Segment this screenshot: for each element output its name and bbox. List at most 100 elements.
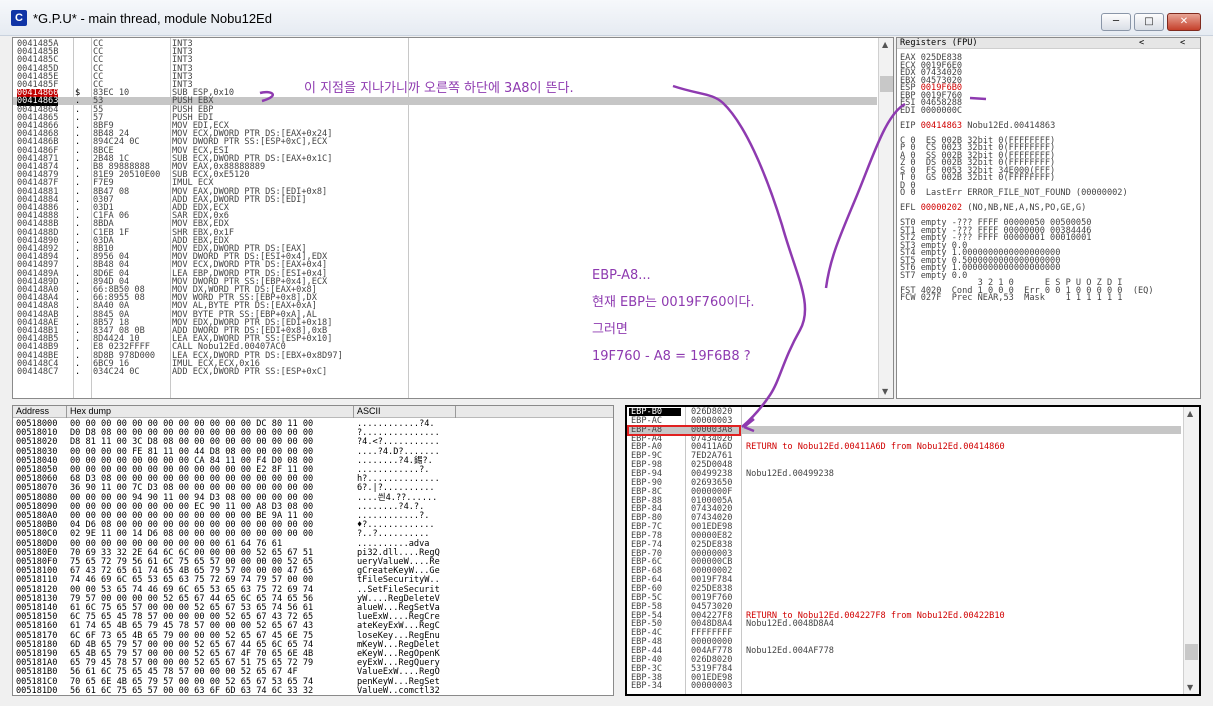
disasm-row[interactable]: 0041486F. 8BCE MOV ECX,ESI: [13, 146, 877, 155]
stack-row[interactable]: EBP-70 00000003: [627, 549, 1181, 558]
scroll-thumb[interactable]: [880, 76, 893, 92]
dump-row[interactable]: 00518190 65 4B 65 79 57 00 00 00 52 65 67…: [13, 650, 613, 659]
registers-next-icon[interactable]: <: [1180, 39, 1185, 48]
scroll-down-icon[interactable]: ▼: [882, 387, 888, 396]
dump-row[interactable]: 005181A0 65 79 45 78 57 00 00 00 52 65 67…: [13, 659, 613, 668]
dump-row[interactable]: 00518080 00 00 00 00 94 90 11 00 94 D3 08…: [13, 493, 613, 502]
stack-row[interactable]: EBP-80 07434020: [627, 514, 1181, 523]
stack-scrollbar[interactable]: ▲ ▼: [1183, 407, 1199, 694]
stack-row[interactable]: EBP-44 004AF778 Nobu12Ed.004AF778: [627, 647, 1181, 656]
close-button[interactable]: ✕: [1167, 13, 1201, 31]
stack-row[interactable]: EBP-58 04573020: [627, 602, 1181, 611]
disassembly-scrollbar[interactable]: ▲ ▼: [878, 38, 893, 398]
disasm-row[interactable]: 00414888. C1FA 06 SAR EDX,0x6: [13, 212, 877, 221]
dump-row[interactable]: 00518100 67 43 72 65 61 74 65 4B 65 79 57…: [13, 567, 613, 576]
maximize-button[interactable]: □: [1134, 13, 1164, 31]
stack-row[interactable]: EBP-A0 00411A6D RETURN to Nobu12Ed.00411A6…: [627, 443, 1181, 452]
stack-pane[interactable]: EBP-B0 026D8020 EBP-AC 00000003 EBP-A8 000003…: [625, 405, 1201, 696]
stack-row[interactable]: EBP-68 00000002: [627, 567, 1181, 576]
disasm-row[interactable]: 00414868. 8B48 24 MOV ECX,DWORD PTR DS:[EA…: [13, 130, 877, 139]
stack-row[interactable]: EBP-60 025DE838: [627, 585, 1181, 594]
dump-row[interactable]: 005181C0 70 65 6E 4B 65 79 57 00 00 00 52…: [13, 677, 613, 686]
dump-row[interactable]: 00518050 00 00 00 00 00 00 00 00 00 00 00…: [13, 466, 613, 475]
disasm-row[interactable]: 00414864. 55 PUSH EBP: [13, 105, 877, 114]
disasm-row[interactable]: 00414890. 03DA ADD EBX,EDX: [13, 236, 877, 245]
dump-row[interactable]: 005180D0 00 00 00 00 00 00 00 00 00 00 61…: [13, 539, 613, 548]
stack-row[interactable]: EBP-38 001EDE98: [627, 673, 1181, 682]
stack-scroll-thumb[interactable]: [1185, 644, 1198, 660]
dump-row[interactable]: 00518180 6D 4B 65 79 57 00 00 00 52 65 67…: [13, 640, 613, 649]
dump-row[interactable]: 005180C0 02 9E 11 00 14 D6 08 00 00 00 00…: [13, 530, 613, 539]
dump-row[interactable]: 00518140 61 6C 75 65 57 00 00 00 52 65 67…: [13, 604, 613, 613]
disasm-row[interactable]: 00414892. 8B10 MOV EDX,DWORD PTR DS:[EAX]: [13, 245, 877, 254]
stack-row[interactable]: EBP-88 0100005A: [627, 496, 1181, 505]
hex-dump-pane[interactable]: Address Hex dump ASCII 00518000 00 00 00 …: [12, 405, 614, 696]
dump-row[interactable]: 005180E0 70 69 33 32 2E 64 6C 6C 00 00 00…: [13, 548, 613, 557]
stack-row[interactable]: EBP-5C 0019F760: [627, 593, 1181, 602]
disasm-row[interactable]: 00414866. 8BF9 MOV EDI,ECX: [13, 122, 877, 131]
dump-row[interactable]: 005180F0 75 65 72 79 56 61 6C 75 65 57 00…: [13, 558, 613, 567]
stack-row[interactable]: EBP-6C 000000CB: [627, 558, 1181, 567]
dump-row[interactable]: 00518010 D0 D8 08 00 00 00 00 00 00 00 00…: [13, 429, 613, 438]
dump-row[interactable]: 005180B0 04 D6 08 00 00 00 00 00 00 00 00…: [13, 521, 613, 530]
disasm-row[interactable]: 00414886. 03D1 ADD EDX,ECX: [13, 204, 877, 213]
disasm-row[interactable]: 0041485B CC INT3: [13, 48, 877, 57]
dump-row[interactable]: 00518170 6C 6F 73 65 4B 65 79 00 00 00 52…: [13, 631, 613, 640]
stack-row[interactable]: EBP-34 00000003: [627, 682, 1181, 691]
stack-row[interactable]: EBP-74 025DE838: [627, 540, 1181, 549]
dump-row[interactable]: 00518150 6C 75 65 45 78 57 00 00 00 00 52…: [13, 613, 613, 622]
dump-row[interactable]: 00518000 00 00 00 00 00 00 00 00 00 00 00…: [13, 420, 613, 429]
stack-scroll-up-icon[interactable]: ▲: [1187, 409, 1193, 418]
dump-col-ascii[interactable]: ASCII: [354, 406, 456, 418]
stack-row[interactable]: EBP-9C 7ED2A761: [627, 452, 1181, 461]
stack-scroll-down-icon[interactable]: ▼: [1187, 683, 1193, 692]
stack-row[interactable]: EBP-64 0019F784: [627, 576, 1181, 585]
stack-row[interactable]: EBP-B0 026D8020: [627, 408, 1181, 416]
stack-row[interactable]: EBP-AC 00000003: [627, 416, 1181, 425]
stack-row[interactable]: EBP-78 00000E82: [627, 531, 1181, 540]
disasm-row[interactable]: 00414863. 53 PUSH EBX: [13, 97, 877, 106]
disasm-row[interactable]: 0041485D CC INT3: [13, 64, 877, 73]
dump-row[interactable]: 00518110 74 46 69 6C 65 53 65 63 75 72 69…: [13, 576, 613, 585]
disasm-row[interactable]: 00414884. 0307 ADD EAX,DWORD PTR DS:[EDI]: [13, 195, 877, 204]
disasm-row[interactable]: 00414894. 8956 04 MOV DWORD PTR DS:[ESI+0x…: [13, 253, 877, 262]
disasm-row[interactable]: 00414881. 8B47 08 MOV EAX,DWORD PTR DS:[ED…: [13, 187, 877, 196]
dump-row[interactable]: 00518030 00 00 00 00 FE 81 11 00 44 D8 08…: [13, 447, 613, 456]
dump-row[interactable]: 00518070 36 90 11 00 7C D3 08 00 00 00 00…: [13, 484, 613, 493]
stack-row[interactable]: EBP-3C 5319F784: [627, 664, 1181, 673]
dump-row[interactable]: 00518060 68 D3 08 00 00 00 00 00 00 00 00…: [13, 475, 613, 484]
disasm-row[interactable]: 00414879. 81E9 20510E00 SUB ECX,0xE5120: [13, 171, 877, 180]
registers-prev-icon[interactable]: <: [1139, 39, 1144, 48]
stack-row[interactable]: EBP-4C FFFFFFFF: [627, 629, 1181, 638]
disasm-row[interactable]: 0041486B. 894C24 0C MOV DWORD PTR SS:[ESP+…: [13, 138, 877, 147]
stack-row[interactable]: EBP-7C 001EDE98: [627, 523, 1181, 532]
disasm-row[interactable]: 0041488B. 8BDA MOV EBX,EDX: [13, 220, 877, 229]
disasm-row[interactable]: 0041487F. F7E9 IMUL ECX: [13, 179, 877, 188]
registers-pane[interactable]: Registers (FPU) < < EAX 025DE838 ECX 0019…: [896, 37, 1201, 399]
stack-row[interactable]: EBP-98 025D0048: [627, 461, 1181, 470]
stack-row[interactable]: EBP-90 02693650: [627, 478, 1181, 487]
stack-row[interactable]: EBP-8C 0000000F: [627, 487, 1181, 496]
disasm-row[interactable]: 0041485C CC INT3: [13, 56, 877, 65]
dump-row[interactable]: 00518120 00 00 53 65 74 46 69 6C 65 53 65…: [13, 585, 613, 594]
dump-col-hex[interactable]: Hex dump: [67, 406, 354, 418]
stack-row[interactable]: EBP-40 026D8020: [627, 655, 1181, 664]
disasm-row[interactable]: 00414865. 57 PUSH EDI: [13, 113, 877, 122]
dump-row[interactable]: 00518130 79 57 00 00 00 00 52 65 67 44 65…: [13, 594, 613, 603]
stack-row[interactable]: EBP-84 07434020: [627, 505, 1181, 514]
dump-row[interactable]: 00518020 D8 81 11 00 3C D8 08 00 00 00 00…: [13, 438, 613, 447]
stack-row[interactable]: EBP-54 004227F8 RETURN to Nobu12Ed.004227F…: [627, 611, 1181, 620]
disasm-row[interactable]: 0041485A CC INT3: [13, 40, 877, 49]
dump-row[interactable]: 00518160 61 74 65 4B 65 79 45 78 57 00 00…: [13, 622, 613, 631]
stack-row[interactable]: EBP-94 00499238 Nobu12Ed.00499238: [627, 470, 1181, 479]
stack-row[interactable]: EBP-50 0048D8A4 Nobu12Ed.0048D8A4: [627, 620, 1181, 629]
dump-row[interactable]: 005180A0 00 00 00 00 00 00 00 00 00 00 00…: [13, 512, 613, 521]
stack-row[interactable]: EBP-48 00000000: [627, 638, 1181, 647]
disasm-row[interactable]: 0041488D. C1EB 1F SHR EBX,0x1F: [13, 228, 877, 237]
dump-col-address[interactable]: Address: [13, 406, 67, 418]
scroll-up-icon[interactable]: ▲: [882, 40, 888, 49]
dump-row[interactable]: 00518040 00 00 00 00 00 00 00 00 CA 84 11…: [13, 456, 613, 465]
dump-row[interactable]: 005181B0 56 61 6C 75 65 45 78 57 00 00 00…: [13, 668, 613, 677]
dump-row[interactable]: 00518090 00 00 00 00 00 00 00 00 EC 90 11…: [13, 502, 613, 511]
dump-row[interactable]: 005181D0 56 61 6C 75 65 57 00 00 63 6F 6D…: [13, 686, 613, 695]
